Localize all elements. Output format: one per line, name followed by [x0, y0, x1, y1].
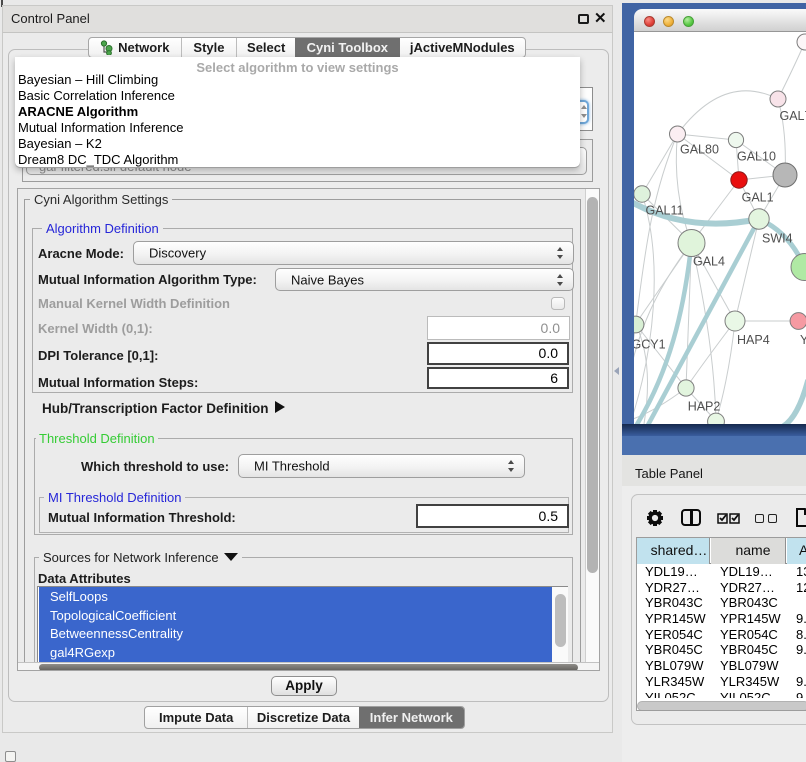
svg-text:GCY1: GCY1 [634, 338, 666, 352]
svg-text:GAL10: GAL10 [737, 150, 776, 164]
svg-text:Y: Y [800, 333, 806, 347]
svg-text:GAL7: GAL7 [780, 109, 806, 123]
svg-text:GAL1: GAL1 [742, 191, 774, 205]
svg-text:HAP4: HAP4 [737, 333, 770, 347]
svg-text:HAP2: HAP2 [688, 399, 721, 413]
svg-text:GAL4: GAL4 [693, 255, 725, 269]
svg-text:GAL80: GAL80 [680, 143, 719, 157]
svg-text:SWI4: SWI4 [762, 232, 793, 246]
svg-text:GAL11: GAL11 [646, 204, 684, 218]
